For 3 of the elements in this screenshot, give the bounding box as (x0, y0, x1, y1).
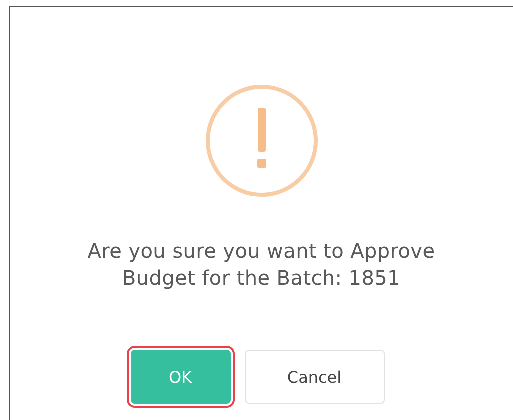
confirmation-message: Are you sure you want to Approve Budget for the Batch: 1851 (86, 238, 436, 292)
warning-icon (204, 84, 318, 198)
cancel-button[interactable]: Cancel (244, 350, 384, 404)
